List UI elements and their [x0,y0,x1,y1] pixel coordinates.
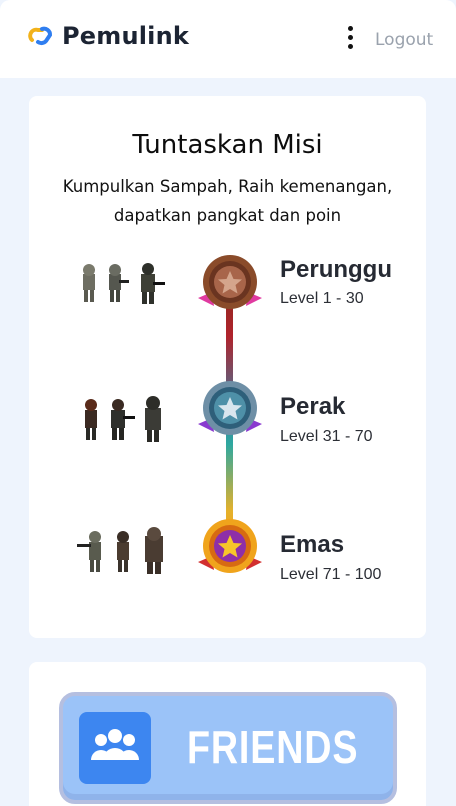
gold-soldiers-image [77,527,163,574]
mission-subtitle: Kumpulkan Sampah, Raih kemenangan, dapat… [49,172,406,230]
mission-subtitle-line-1: Kumpulkan Sampah, Raih kemenangan, [62,177,393,196]
bronze-soldiers-image [83,263,165,304]
group-users-icon [91,729,139,760]
tier-name-gold: Emas [280,531,345,558]
pemulink-logo-icon [28,26,52,46]
tier-name-silver: Perak [280,393,346,420]
friends-button[interactable]: FRIENDS [59,692,397,804]
more-menu-icon[interactable] [340,26,360,52]
friends-icon-box [79,712,151,784]
logout-link[interactable]: Logout [375,30,433,50]
tier-range-gold: Level 71 - 100 [280,566,382,583]
gold-rank-badge-icon [198,519,262,573]
top-bar: Pemulink Logout [0,0,456,78]
silver-soldiers-image [85,396,161,442]
friends-label: FRIENDS [187,721,359,773]
bronze-rank-badge-icon [198,255,262,309]
mission-subtitle-line-2: dapatkan pangkat dan poin [113,206,342,225]
mission-card: Tuntaskan Misi Kumpulkan Sampah, Raih ke… [29,96,426,638]
brand-name: Pemulink [62,22,190,50]
tier-range-bronze: Level 1 - 30 [280,290,364,307]
app-frame: Pemulink Logout Tuntaskan Misi Kumpulkan… [0,0,456,806]
friends-card: FRIENDS [29,662,426,806]
tier-name-bronze: Perunggu [280,256,392,283]
brand[interactable]: Pemulink [28,22,189,50]
tier-range-silver: Level 31 - 70 [280,428,373,445]
silver-rank-badge-icon [198,381,262,435]
mission-title: Tuntaskan Misi [132,130,323,160]
